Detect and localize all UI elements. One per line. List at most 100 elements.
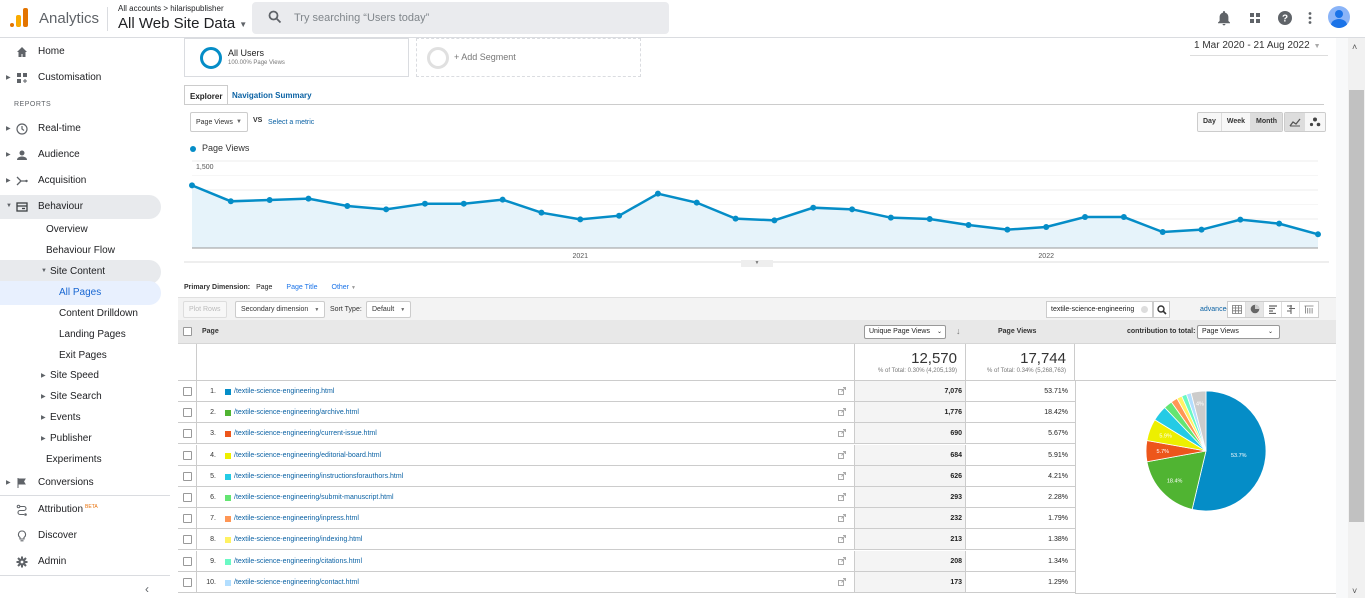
search-icon [268,10,282,24]
row-checkbox[interactable] [183,577,192,587]
select-all-checkbox[interactable] [183,327,192,336]
line-chart-button[interactable] [1285,113,1305,131]
search-bar[interactable]: Try searching “Users today” [252,2,669,34]
granularity-buttons: Day Week Month [1197,112,1284,132]
granularity-day-button[interactable]: Day [1198,113,1222,131]
data-view-button[interactable] [1228,302,1246,317]
external-link-icon[interactable] [838,577,846,586]
external-link-icon[interactable] [838,471,846,480]
sidebar-item-experiments[interactable]: Experiments [0,448,161,472]
metric-selector[interactable]: Page Views ▼ [190,112,248,132]
chart-collapse-handle[interactable]: ▼ [741,260,773,267]
granularity-month-button[interactable]: Month [1251,113,1283,131]
apps-grid-icon[interactable] [1246,9,1264,27]
primary-dimension-label: Primary Dimension: [184,284,251,291]
row-checkbox[interactable] [183,429,192,439]
sidebar-item-realtime[interactable]: ▶ Real-time [0,117,161,141]
bars-icon [1269,305,1277,314]
external-link-icon[interactable] [838,535,846,544]
row-checkbox[interactable] [183,471,192,481]
help-icon[interactable]: ? [1276,9,1294,27]
scroll-thumb[interactable] [1349,90,1364,522]
sidebar-item-attribution[interactable]: Attribution BETA [0,498,161,522]
row-checkbox[interactable] [183,387,192,396]
data-point [1276,220,1283,227]
page-scrollbar[interactable]: ˄ ˅ [1348,38,1365,598]
page-link[interactable]: /textile-science-engineering/indexing.ht… [234,536,362,543]
row-checkbox[interactable] [183,408,192,418]
sidebar-item-customisation[interactable]: ▶ Customisation [0,66,161,90]
sidebar-item-conversions[interactable]: ▶ Conversions [0,471,161,495]
page-link[interactable]: /textile-science-engineering.html [234,388,334,395]
row-checkbox[interactable] [183,493,192,502]
external-link-icon[interactable] [838,387,846,395]
percentage-view-button[interactable] [1246,302,1264,317]
primary-dimension-page-title[interactable]: Page Title [286,284,317,291]
property-selector[interactable]: All Web Site Data ▼ [118,15,247,32]
add-segment-button[interactable]: + Add Segment [416,38,641,77]
page-link[interactable]: /textile-science-engineering/instruction… [234,473,403,480]
scroll-up-arrow-icon[interactable]: ˄ [1352,42,1357,52]
caret-down-icon: ▼ [1313,43,1321,50]
sort-type-select[interactable]: Default ▼ [366,301,412,318]
plot-rows-button[interactable]: Plot Rows [183,301,227,318]
sidebar-item-home[interactable]: Home [0,40,161,64]
secondary-dimension-select[interactable]: Secondary dimension ▼ [235,301,326,318]
external-link-icon[interactable] [838,408,846,417]
sidebar-item-admin[interactable]: Admin [0,550,161,574]
tab-explorer[interactable]: Explorer [184,85,229,105]
performance-view-button[interactable] [1264,302,1282,317]
sort-descending-arrow-icon[interactable]: ↓ [956,326,961,336]
row-checkbox[interactable] [183,556,192,566]
column-header-page[interactable]: Page [202,328,219,335]
more-vert-icon[interactable] [1301,9,1319,27]
bell-icon[interactable] [1215,9,1233,27]
contribution-metric-select[interactable]: Page Views ⌄ [1197,325,1280,339]
sidebar-item-acquisition[interactable]: ▶ Acquisition [0,169,161,193]
external-link-icon[interactable] [838,450,846,459]
primary-dimension-other[interactable]: Other ▼ [332,284,356,291]
external-link-icon[interactable] [838,493,846,501]
sidebar-item-audience[interactable]: ▶ Audience [0,143,161,167]
column-header-page-views[interactable]: Page Views [998,328,1036,335]
sort-type-label: Sort Type: [330,306,362,313]
tab-navigation-summary[interactable]: Navigation Summary [227,85,317,105]
sort-type-value: Default [372,306,395,313]
external-link-icon[interactable] [838,429,846,438]
comparison-view-button[interactable] [1282,302,1300,317]
breadcrumb[interactable]: All accounts > hilarispublisher [118,4,224,13]
page-link[interactable]: /textile-science-engineering/editorial-b… [234,452,381,459]
filter-search-button[interactable] [1153,301,1170,318]
advanced-filter-link[interactable]: advanced [1200,306,1230,313]
clear-filter-icon[interactable] [1141,306,1148,313]
select-metric-link[interactable]: Select a metric [268,119,314,126]
sidebar-item-behaviour[interactable]: ▼ Behaviour [0,195,161,219]
granularity-week-button[interactable]: Week [1221,113,1252,131]
page-link[interactable]: /textile-science-engineering/citations.h… [234,558,362,565]
external-link-icon[interactable] [838,514,846,523]
sidebar-item-label: Site Content [50,266,106,277]
sidebar-item-discover[interactable]: Discover [0,524,161,548]
pivot-view-button[interactable] [1300,302,1318,317]
page-link[interactable]: /textile-science-engineering/archive.htm… [234,409,359,416]
caret-down-icon: ▼ [236,119,242,125]
row-checkbox[interactable] [183,514,192,524]
collapse-sidebar-chevron-icon[interactable]: ‹ [145,582,149,596]
unique-page-views-column-select[interactable]: Unique Page Views ⌄ [864,325,946,339]
motion-chart-button[interactable] [1305,113,1325,131]
page-link[interactable]: /textile-science-engineering/contact.htm… [234,579,359,586]
row-checkbox[interactable] [183,450,192,460]
search-placeholder: Try searching “Users today” [294,12,430,24]
table-filter-input[interactable]: textile-science-engineering [1046,301,1153,318]
analytics-logo-icon[interactable] [10,7,28,27]
page-link[interactable]: /textile-science-engineering/submit-manu… [234,494,394,501]
account-avatar[interactable] [1328,6,1350,28]
page-link[interactable]: /textile-science-engineering/current-iss… [234,430,377,437]
date-range-selector[interactable]: 1 Mar 2020 - 21 Aug 2022 ▼ [1194,40,1321,51]
external-link-icon[interactable] [838,556,846,565]
segment-all-users[interactable]: All Users 100.00% Page Views [184,38,409,77]
primary-dimension-page[interactable]: Page [256,284,272,291]
page-link[interactable]: /textile-science-engineering/inpress.htm… [234,515,359,522]
row-checkbox[interactable] [183,535,192,545]
scroll-down-arrow-icon[interactable]: ˅ [1352,586,1357,596]
